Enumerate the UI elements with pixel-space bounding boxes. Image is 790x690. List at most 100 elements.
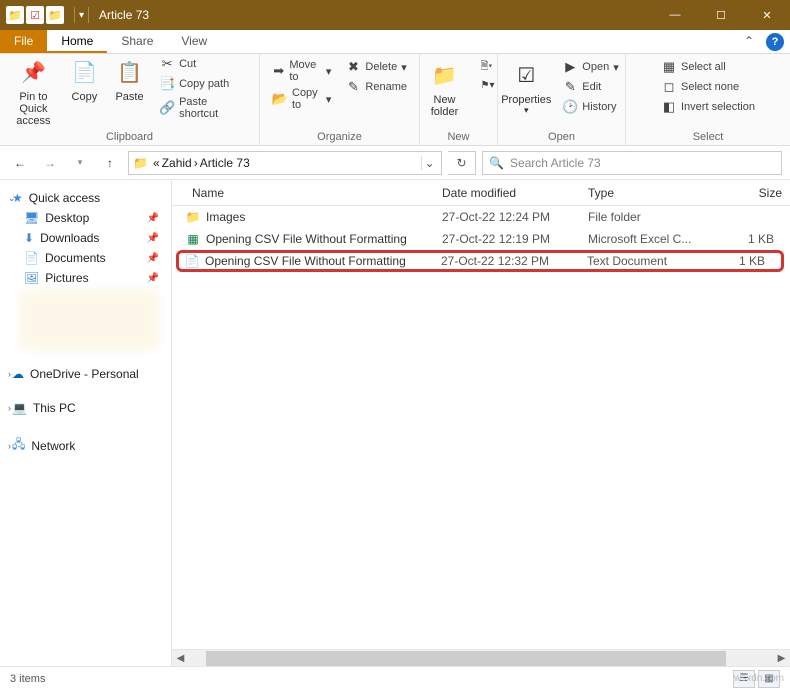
- new-item-button[interactable]: 🗎▾: [477, 58, 499, 77]
- pin-label: Pin to Quick access: [10, 91, 57, 127]
- copy-label: Copy: [72, 91, 98, 103]
- crumb-1[interactable]: Zahid: [162, 156, 192, 170]
- tab-view[interactable]: View: [167, 30, 221, 53]
- group-open: ☑ Properties ▾ ▶Open ▾ ✎Edit 🕑History Op…: [498, 54, 626, 145]
- sidebar-item-documents[interactable]: 📄Documents📌: [6, 248, 165, 268]
- file-row-highlighted[interactable]: 📄 Opening CSV File Without Formatting 27…: [176, 250, 784, 272]
- folder-icon[interactable]: 📁: [6, 6, 24, 24]
- easy-access-button[interactable]: ⚑▾: [477, 79, 499, 92]
- history-icon: 🕑: [562, 99, 578, 115]
- breadcrumb-dropdown-icon[interactable]: ⌄: [421, 156, 437, 170]
- crumb-root[interactable]: «: [153, 156, 160, 170]
- chevron-right-icon[interactable]: ›: [8, 369, 11, 379]
- ribbon: 📌 Pin to Quick access 📄 Copy 📋 Paste ✂Cu…: [0, 54, 790, 146]
- cut-button[interactable]: ✂Cut: [155, 55, 251, 73]
- main-area: ⌄ ★ Quick access 🖥Desktop📌 ⬇Downloads📌 📄…: [0, 180, 790, 666]
- paste-button[interactable]: 📋 Paste: [110, 55, 149, 105]
- tab-share[interactable]: Share: [107, 30, 167, 53]
- group-organize: ➡Move to ▾ 📂Copy to ▾ ✖Delete ▾ ✎Rename …: [260, 54, 420, 145]
- search-input[interactable]: 🔍 Search Article 73: [482, 151, 782, 175]
- file-row[interactable]: ▦ Opening CSV File Without Formatting 27…: [172, 228, 790, 250]
- properties-icon[interactable]: ☑: [26, 6, 44, 24]
- sidebar-onedrive[interactable]: ›☁OneDrive - Personal: [6, 364, 165, 384]
- titlebar: 📁 ☑ 📁 ▾ Article 73 — ☐ ✕: [0, 0, 790, 30]
- help-icon[interactable]: ?: [766, 33, 784, 51]
- edit-button[interactable]: ✎Edit: [558, 78, 622, 96]
- quick-access-toolbar: 📁 ☑ 📁: [0, 6, 70, 24]
- delete-button[interactable]: ✖Delete ▾: [341, 58, 411, 76]
- refresh-button[interactable]: ↻: [448, 151, 476, 175]
- column-header-type[interactable]: Type: [580, 186, 726, 200]
- group-select: ▦Select all ◻Select none ◧Invert selecti…: [626, 54, 790, 145]
- scroll-left-icon[interactable]: ◀: [172, 653, 189, 664]
- nav-recent-button[interactable]: ▾: [68, 151, 92, 175]
- sidebar-item-pictures[interactable]: 🖼Pictures📌: [6, 268, 165, 288]
- maximize-button[interactable]: ☐: [698, 0, 744, 30]
- delete-icon: ✖: [345, 59, 361, 75]
- nav-up-button[interactable]: ↑: [98, 151, 122, 175]
- paste-shortcut-icon: 🔗: [159, 100, 175, 116]
- pin-to-quick-access-button[interactable]: 📌 Pin to Quick access: [8, 55, 59, 129]
- column-headers[interactable]: Name Date modified Type Size: [172, 180, 790, 206]
- navigation-pane[interactable]: ⌄ ★ Quick access 🖥Desktop📌 ⬇Downloads📌 📄…: [0, 180, 172, 666]
- group-new: 📁 New folder 🗎▾ ⚑▾ New: [420, 54, 498, 145]
- onedrive-icon: ☁: [12, 367, 24, 381]
- invert-selection-button[interactable]: ◧Invert selection: [657, 98, 759, 116]
- thumbnails-view-button[interactable]: ▦: [758, 670, 780, 688]
- scroll-right-icon[interactable]: ▶: [773, 653, 790, 664]
- copy-button[interactable]: 📄 Copy: [65, 55, 104, 105]
- tab-home[interactable]: Home: [47, 30, 107, 53]
- column-header-date[interactable]: Date modified: [434, 186, 580, 200]
- new-folder-button[interactable]: 📁 New folder: [419, 58, 471, 120]
- column-header-size[interactable]: Size: [726, 186, 790, 200]
- file-type: File folder: [588, 210, 734, 224]
- window-title: Article 73: [99, 8, 149, 22]
- paste-shortcut-button[interactable]: 🔗Paste shortcut: [155, 95, 251, 121]
- properties-button[interactable]: ☑ Properties ▾: [500, 58, 552, 118]
- history-button[interactable]: 🕑History: [558, 98, 622, 116]
- chevron-right-icon[interactable]: ›: [8, 403, 11, 413]
- close-button[interactable]: ✕: [744, 0, 790, 30]
- nav-forward-button: →: [38, 151, 62, 175]
- select-none-button[interactable]: ◻Select none: [657, 78, 759, 96]
- breadcrumb[interactable]: 📁 « Zahid › Article 73 ⌄: [128, 151, 442, 175]
- select-all-button[interactable]: ▦Select all: [657, 58, 759, 76]
- sidebar-quick-access[interactable]: ⌄ ★ Quick access: [6, 188, 165, 208]
- desktop-icon: 🖥: [24, 211, 39, 225]
- folder-icon[interactable]: 📁: [46, 6, 64, 24]
- file-row[interactable]: 📁 Images 27-Oct-22 12:24 PM File folder: [172, 206, 790, 228]
- crumb-2[interactable]: Article 73: [200, 156, 250, 170]
- collapse-ribbon-icon[interactable]: ⌃: [738, 30, 760, 53]
- rename-button[interactable]: ✎Rename: [341, 78, 411, 96]
- edit-icon: ✎: [562, 79, 578, 95]
- copy-to-icon: 📂: [272, 91, 288, 107]
- horizontal-scrollbar[interactable]: ◀ ▶: [172, 649, 790, 666]
- content-pane: Name Date modified Type Size 📁 Images 27…: [172, 180, 790, 666]
- open-icon: ▶: [562, 59, 578, 75]
- downloads-icon: ⬇: [24, 231, 34, 245]
- qat-dropdown-icon[interactable]: ▾: [79, 10, 84, 21]
- copy-path-button[interactable]: 📑Copy path: [155, 75, 251, 93]
- chevron-down-icon[interactable]: ⌄: [8, 193, 16, 204]
- file-tab[interactable]: File: [0, 30, 47, 53]
- scroll-thumb[interactable]: [206, 651, 726, 666]
- paste-label: Paste: [115, 91, 143, 103]
- sidebar-this-pc[interactable]: ›💻This PC: [6, 398, 165, 418]
- sidebar-network[interactable]: ›🖧Network: [6, 432, 165, 459]
- group-label: Clipboard: [106, 131, 153, 143]
- file-size: 1 KB: [734, 232, 790, 246]
- open-button[interactable]: ▶Open ▾: [558, 58, 622, 76]
- details-view-button[interactable]: ☰: [733, 670, 755, 688]
- nav-back-button[interactable]: ←: [8, 151, 32, 175]
- chevron-right-icon[interactable]: ›: [8, 441, 11, 451]
- sidebar-item-downloads[interactable]: ⬇Downloads📌: [6, 228, 165, 248]
- blurred-items: [20, 290, 159, 350]
- column-header-name[interactable]: Name: [184, 186, 434, 200]
- network-icon: 🖧: [12, 435, 25, 456]
- move-to-button[interactable]: ➡Move to ▾: [268, 58, 335, 84]
- sidebar-item-desktop[interactable]: 🖥Desktop📌: [6, 208, 165, 228]
- text-icon: 📄: [183, 254, 201, 268]
- minimize-button[interactable]: —: [652, 0, 698, 30]
- copy-to-button[interactable]: 📂Copy to ▾: [268, 86, 335, 112]
- cut-icon: ✂: [159, 56, 175, 72]
